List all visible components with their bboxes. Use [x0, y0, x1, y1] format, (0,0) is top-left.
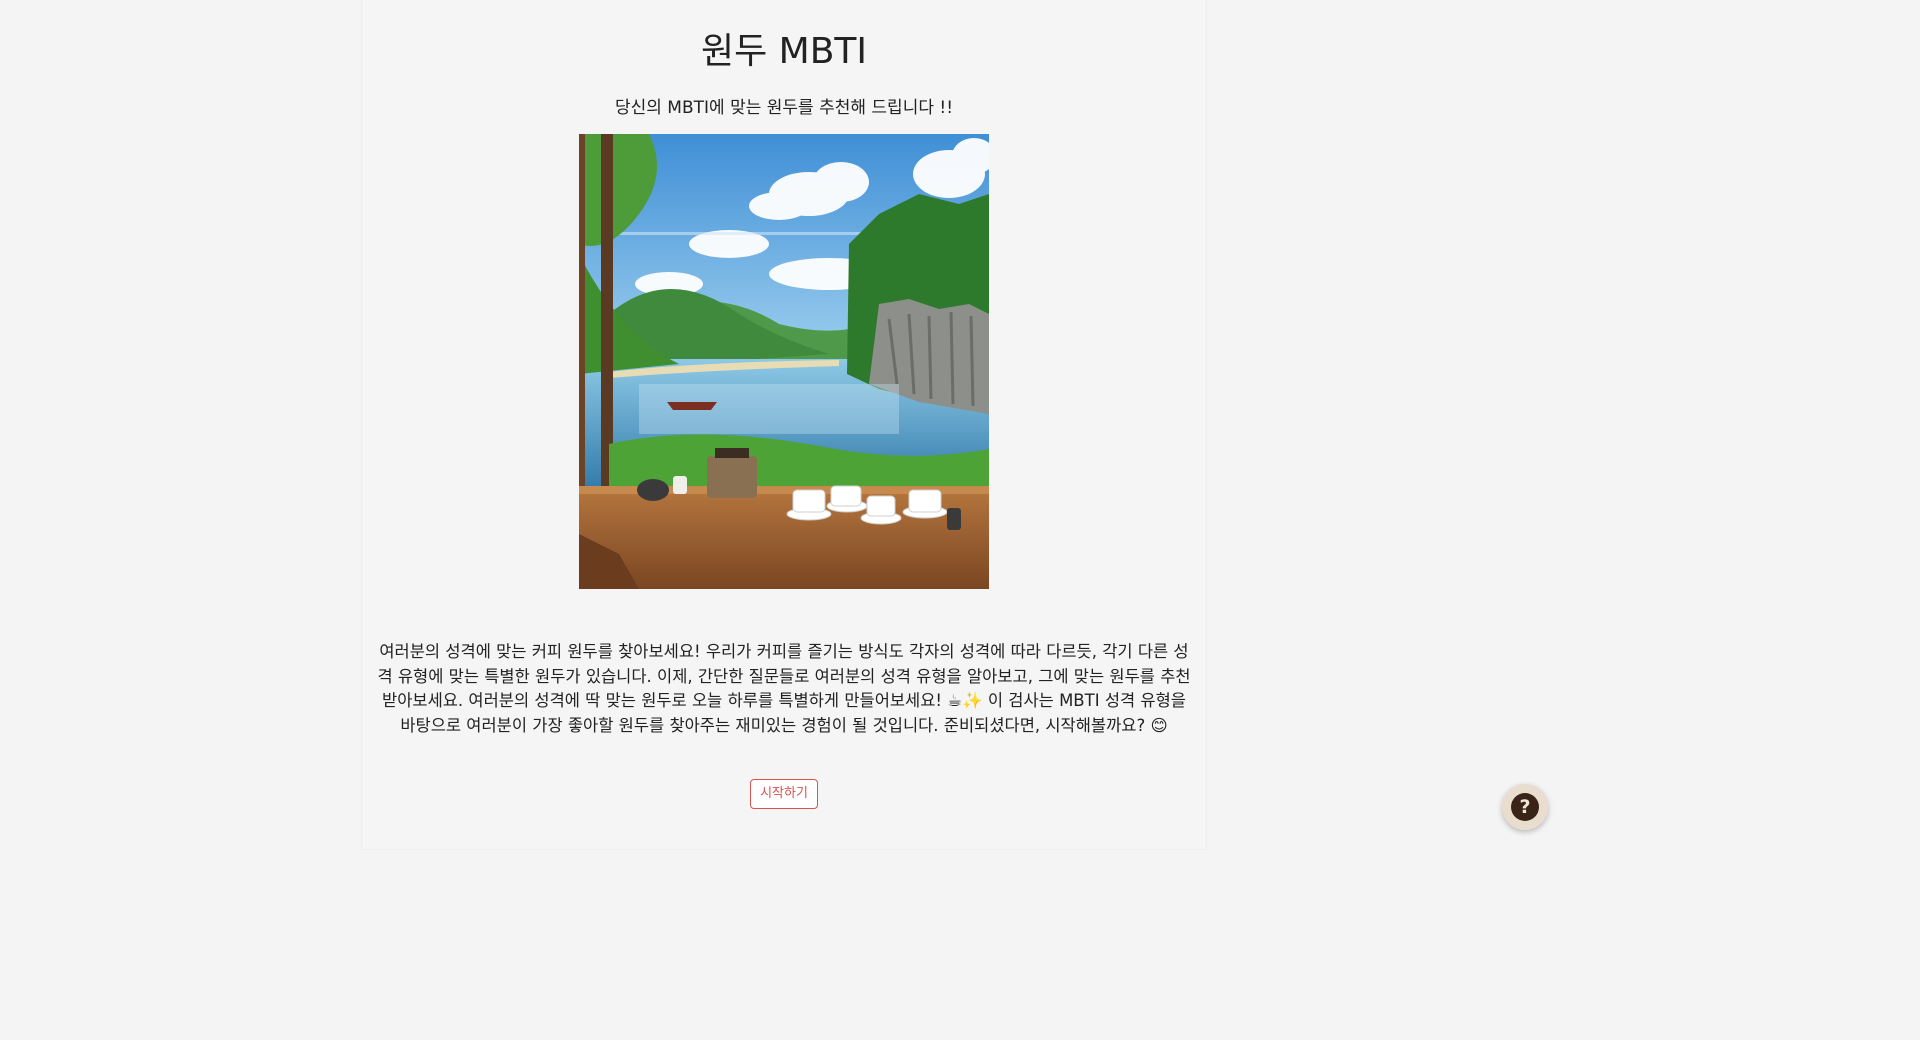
- description-text: 여러분의 성격에 맞는 커피 원두를 찾아보세요! 우리가 커피를 즐기는 방식…: [377, 642, 1191, 735]
- help-button[interactable]: ?: [1502, 784, 1548, 830]
- hero-illustration: [579, 134, 989, 589]
- page-title: 원두 MBTI: [700, 31, 868, 72]
- main-column: 원두 MBTI 당신의 MBTI에 맞는 원두를 추천해 드립니다 !! 여러분…: [362, 0, 1206, 849]
- page: 원두 MBTI 당신의 MBTI에 맞는 원두를 추천해 드립니다 !! 여러분…: [0, 0, 1568, 849]
- page-subtitle: 당신의 MBTI에 맞는 원두를 추천해 드립니다 !!: [614, 98, 954, 118]
- help-question-icon: ?: [1511, 793, 1539, 821]
- hero-image: [579, 134, 989, 589]
- start-button[interactable]: 시작하기: [750, 779, 818, 809]
